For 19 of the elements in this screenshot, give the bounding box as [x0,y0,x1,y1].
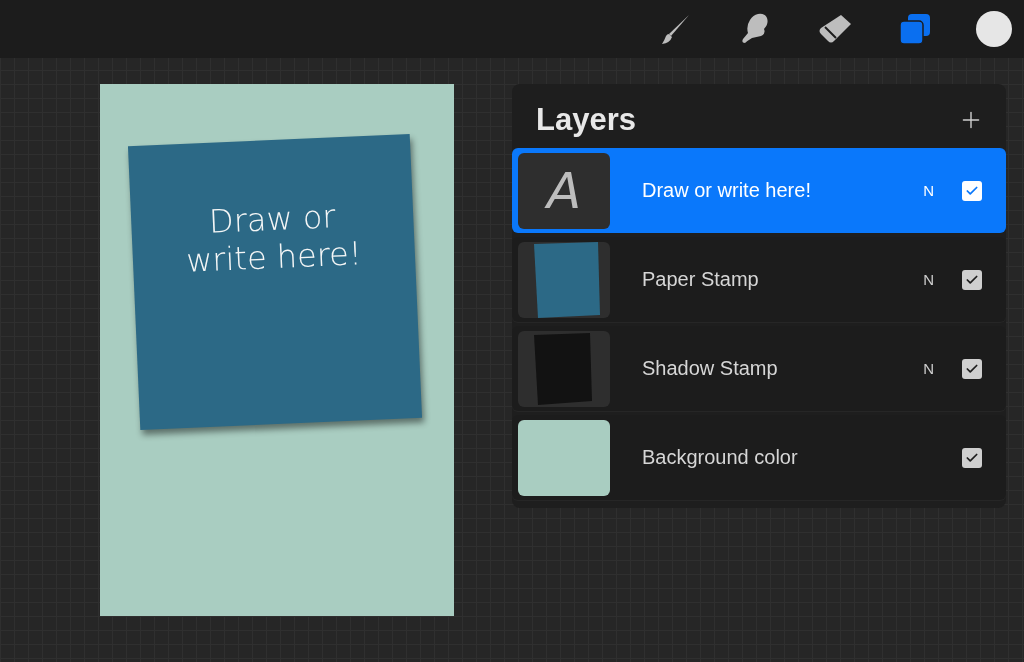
blend-mode[interactable]: N [923,360,934,377]
visibility-checkbox[interactable] [962,358,982,379]
text-layer-glyph: A [546,161,582,220]
blend-mode[interactable]: N [923,271,934,288]
color-swatch[interactable] [976,11,1012,47]
layer-name: Draw or write here! [642,179,812,202]
visibility-checkbox[interactable] [962,447,982,468]
visibility-checkbox[interactable] [962,269,982,290]
drawing-canvas[interactable]: Draw or write here! [100,84,454,616]
layer-row[interactable]: A Draw or write here! N [512,148,1006,233]
note-text: Draw or write here! [184,196,364,282]
eraser-icon [817,13,853,45]
layer-name: Paper Stamp [642,268,760,291]
visibility-checkbox[interactable] [962,180,982,201]
blend-mode[interactable]: N [923,182,934,199]
layer-name: Shadow Stamp [642,357,779,380]
layer-name: Background color [642,446,799,469]
layers-icon [898,12,932,46]
panel-title: Layers [536,102,636,138]
